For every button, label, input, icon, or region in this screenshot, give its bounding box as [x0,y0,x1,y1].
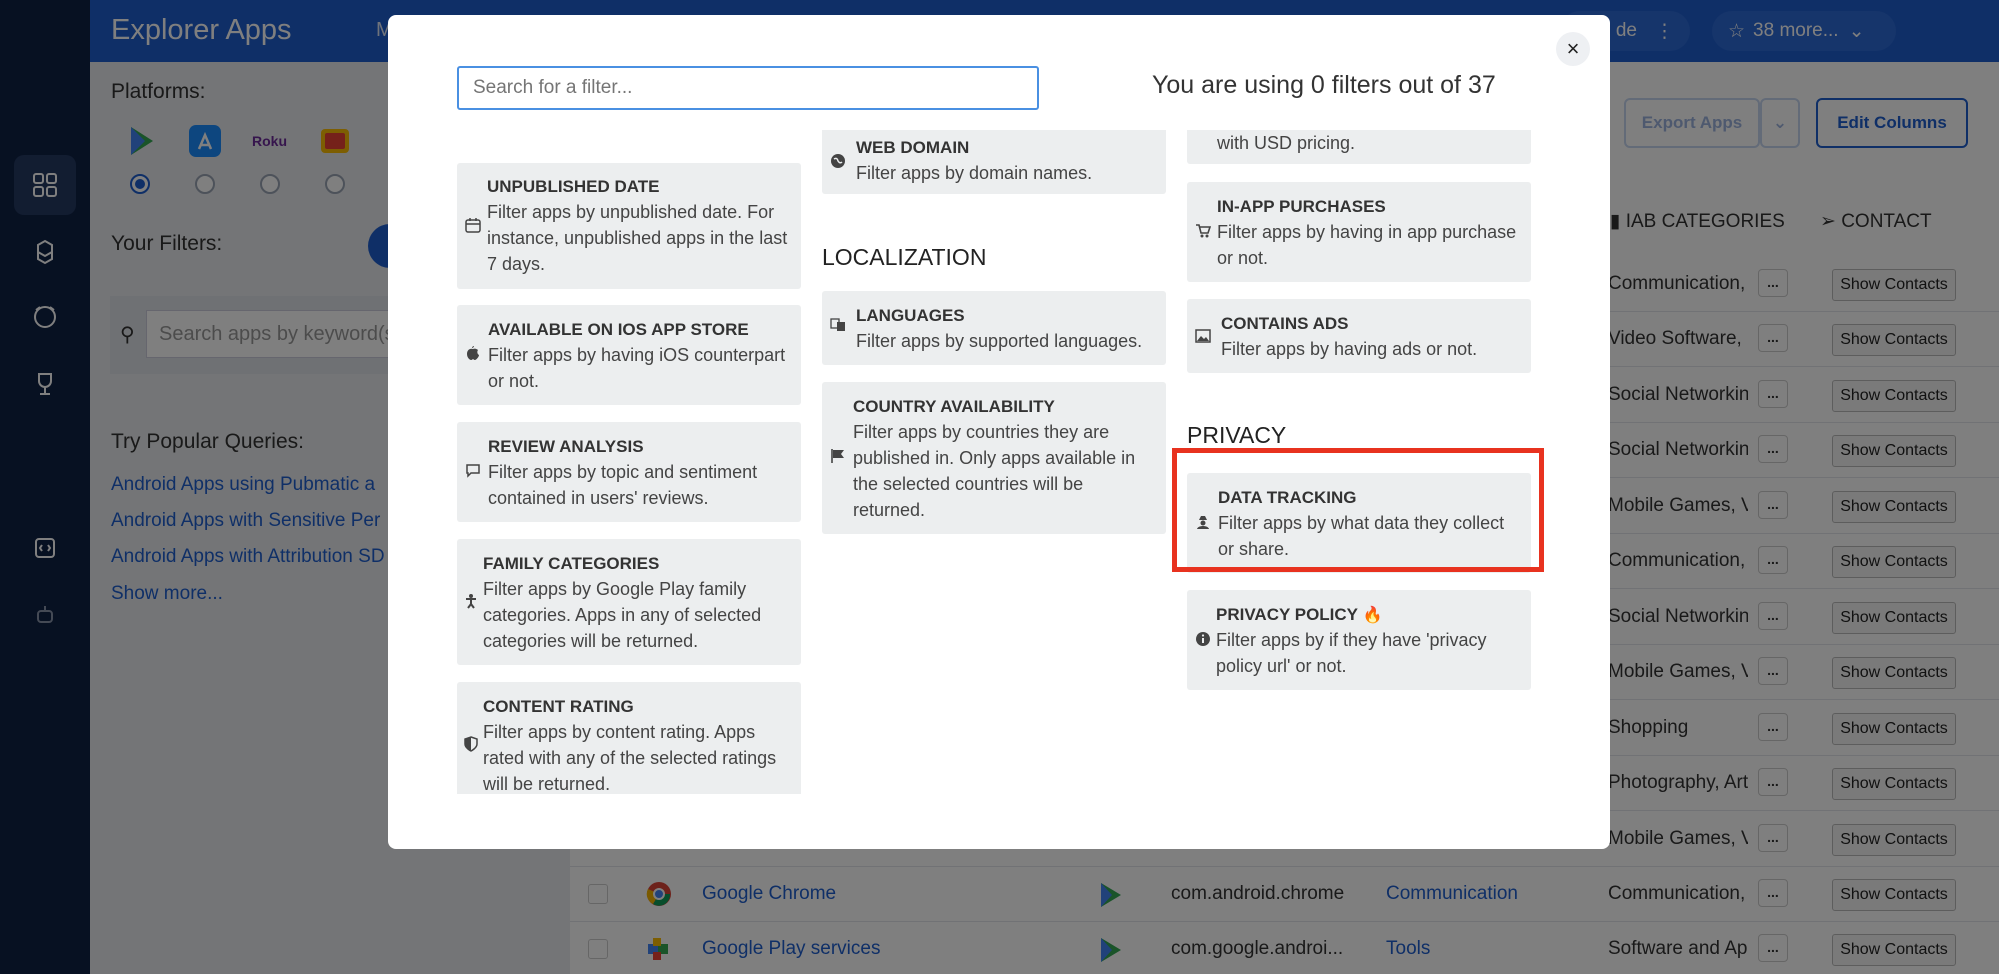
filter-usage-text: You are using 0 filters out of 37 [1152,71,1496,99]
filter-card-review-analysis[interactable]: REVIEW ANALYSIS Filter apps by topic and… [457,422,801,522]
cart-icon [1196,224,1211,238]
filter-title: COUNTRY AVAILABILITY [853,397,1055,416]
shield-half-icon [464,736,478,752]
filter-card-pricing[interactable]: with USD pricing. [1187,130,1531,164]
filter-description: Filter apps by unpublished date. For ins… [487,202,788,274]
filter-title: PRIVACY POLICY 🔥 [1216,605,1382,625]
filter-description: Filter apps by having iOS counterpart or… [488,345,786,391]
filter-title: LANGUAGES [856,306,965,325]
filter-title: IN-APP PURCHASES [1217,197,1386,216]
close-icon: × [1566,36,1580,61]
filter-title: CONTAINS ADS [1221,314,1349,333]
filter-description: Filter apps by supported languages. [856,331,1143,351]
filter-card-content-rating[interactable]: CONTENT RATING Filter apps by content ra… [457,682,801,794]
close-modal-button[interactable]: × [1556,32,1590,66]
privacy-heading: PRIVACY [1187,422,1287,448]
filter-title: CONTENT RATING [483,697,634,716]
filter-title: AVAILABLE ON IOS APP STORE [488,320,749,339]
child-icon [466,594,476,609]
info-icon [1196,632,1210,646]
calendar-icon [465,218,481,233]
filter-card-family-categories[interactable]: FAMILY CATEGORIES Filter apps by Google … [457,539,801,665]
filter-description: Filter apps by if they have 'privacy pol… [1216,630,1487,676]
filter-description: Filter apps by domain names. [856,163,1093,183]
filter-card-contains-ads[interactable]: CONTAINS ADS Filter apps by having ads o… [1187,299,1531,373]
privacy-policy-title: PRIVACY POLICY [1216,605,1358,624]
filter-description: Filter apps by having ads or not. [1221,339,1478,359]
filter-title: FAMILY CATEGORIES [483,554,660,573]
filter-description: Filter apps by having in app purchase or… [1217,222,1517,268]
filter-title: UNPUBLISHED DATE [487,177,660,196]
filter-card-languages[interactable]: LANGUAGES Filter apps by supported langu… [822,291,1166,365]
filter-card-unpublished-date[interactable]: UNPUBLISHED DATE Filter apps by unpublis… [457,163,801,289]
filter-card-in-app-purchases[interactable]: IN-APP PURCHASES Filter apps by having i… [1187,182,1531,282]
flag-icon [831,449,844,463]
apple-icon [467,346,479,360]
filter-card-web-domain[interactable]: WEB DOMAIN Filter apps by domain names. [822,130,1166,194]
filter-description: Filter apps by topic and sentiment conta… [488,462,758,508]
filter-modal: × You are using 0 filters out of 37 UNPU… [388,15,1610,849]
filter-title: WEB DOMAIN [856,138,970,157]
data-tracking-highlight [1172,448,1544,572]
filter-card-country-availability[interactable]: COUNTRY AVAILABILITY Filter apps by coun… [822,382,1166,534]
filter-description: with USD pricing. [1217,133,1356,153]
globe-icon [831,154,845,168]
localization-heading: LOCALIZATION [822,244,987,270]
filter-card-privacy-policy[interactable]: PRIVACY POLICY 🔥 Filter apps by if they … [1187,590,1531,690]
filter-search-input[interactable] [457,66,1039,110]
image-icon [1195,329,1211,343]
language-icon [830,318,845,331]
filter-description: Filter apps by content rating. Apps rate… [483,722,777,794]
filter-title: REVIEW ANALYSIS [488,437,644,456]
comment-icon [466,464,480,478]
fire-icon: 🔥 [1362,607,1383,624]
filter-description: Filter apps by countries they are publis… [853,422,1136,520]
filter-description: Filter apps by Google Play family catego… [483,579,762,651]
filter-card-ios-app-store[interactable]: AVAILABLE ON IOS APP STORE Filter apps b… [457,305,801,405]
